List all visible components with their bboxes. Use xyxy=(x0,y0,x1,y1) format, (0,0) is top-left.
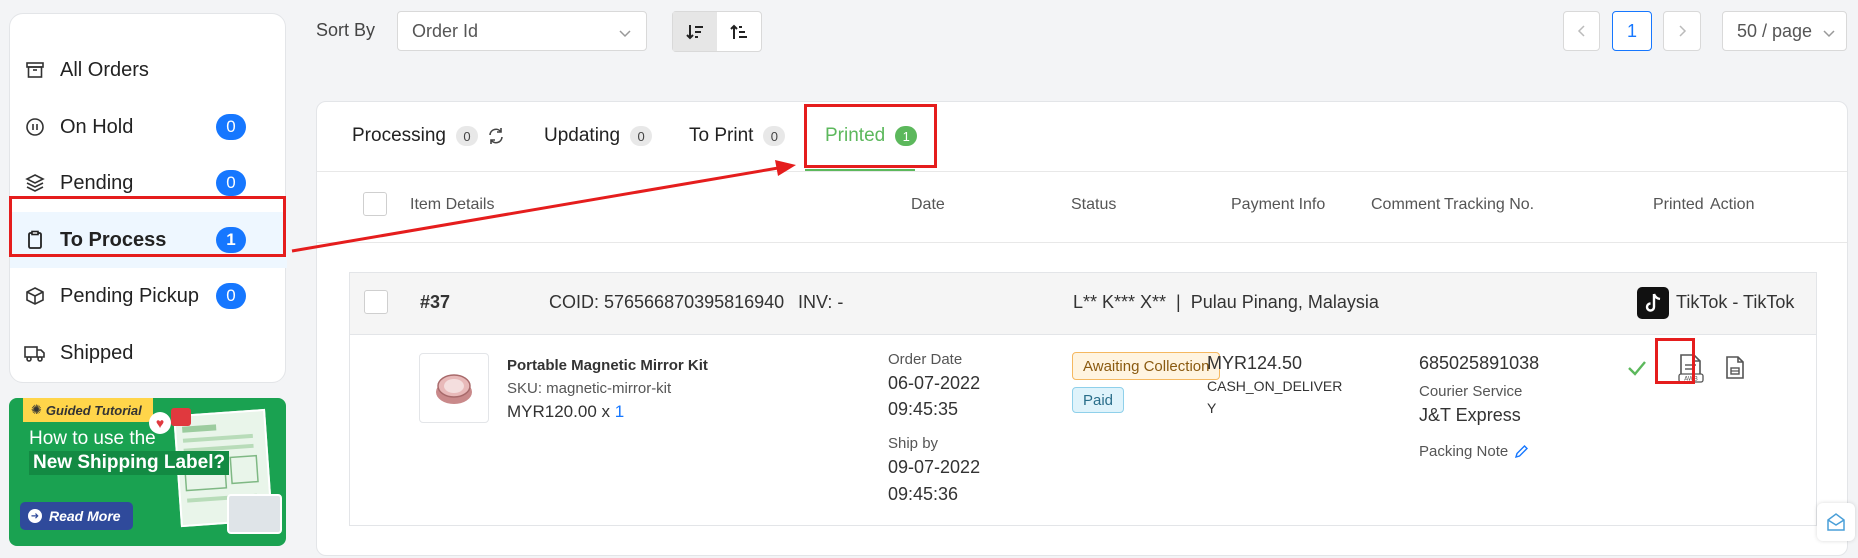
mail-icon xyxy=(1827,513,1845,531)
message-float-button[interactable] xyxy=(1817,503,1855,541)
annotation-arrow xyxy=(291,160,796,253)
